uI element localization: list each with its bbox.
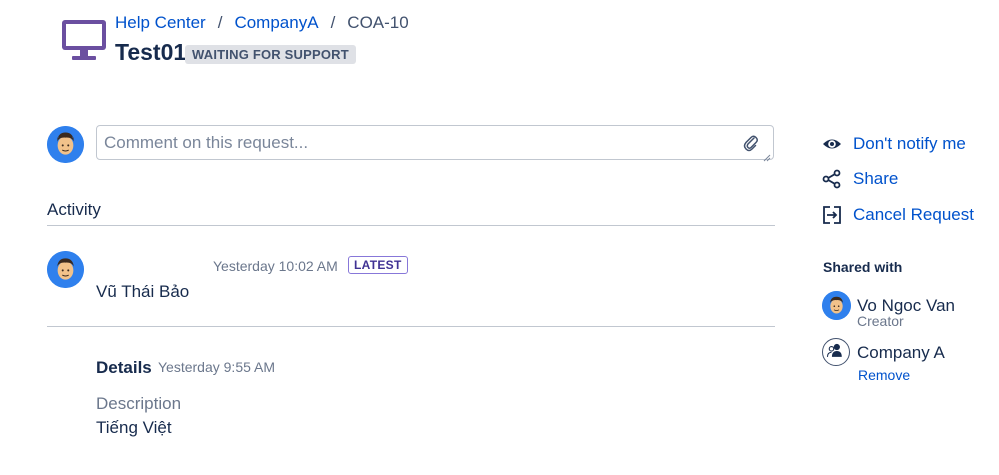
cancel-request-label: Cancel Request	[853, 205, 974, 224]
details-heading: Details	[96, 358, 152, 377]
resize-handle-icon[interactable]	[763, 149, 771, 162]
avatar	[822, 291, 851, 320]
cancel-request-button[interactable]: Cancel Request	[822, 205, 974, 225]
shared-organization-name: Company A	[857, 343, 945, 362]
breadcrumb-issue-key: COA-10	[347, 13, 409, 32]
divider	[47, 225, 775, 226]
description-label: Description	[96, 394, 182, 413]
paperclip-icon[interactable]	[743, 134, 759, 152]
details-timestamp: Yesterday 9:55 AM	[158, 359, 276, 375]
dont-notify-label: Don't notify me	[853, 134, 966, 153]
dont-notify-button[interactable]: Don't notify me	[822, 134, 966, 154]
organization-icon	[822, 338, 850, 366]
latest-badge: LATEST	[348, 256, 408, 274]
exit-icon	[823, 206, 841, 224]
comment-timestamp: Yesterday 10:02 AM	[213, 258, 338, 274]
breadcrumb-separator: /	[217, 13, 223, 32]
eye-icon	[823, 139, 841, 149]
share-button[interactable]: Share	[822, 169, 898, 189]
activity-heading: Activity	[47, 200, 101, 219]
breadcrumb-separator: /	[330, 13, 336, 32]
remove-organization-link[interactable]: Remove	[858, 367, 910, 383]
avatar	[47, 126, 84, 163]
comment-field[interactable]	[96, 125, 774, 162]
description-value: Tiếng Việt	[96, 418, 172, 437]
share-label: Share	[853, 169, 899, 188]
shared-person-role: Creator	[857, 313, 904, 329]
breadcrumb: Help Center / CompanyA / COA-10	[115, 13, 409, 33]
page-title: Test01	[115, 39, 187, 65]
shared-with-heading: Shared with	[823, 259, 903, 275]
avatar	[47, 251, 84, 288]
share-icon	[822, 169, 841, 189]
divider	[47, 326, 775, 327]
comment-author: Vũ Thái Bảo	[96, 282, 190, 301]
monitor-icon	[60, 18, 108, 62]
breadcrumb-help-center[interactable]: Help Center	[115, 13, 206, 33]
status-badge: WAITING FOR SUPPORT	[185, 45, 356, 64]
comment-input[interactable]	[97, 126, 724, 159]
breadcrumb-company[interactable]: CompanyA	[234, 13, 318, 33]
